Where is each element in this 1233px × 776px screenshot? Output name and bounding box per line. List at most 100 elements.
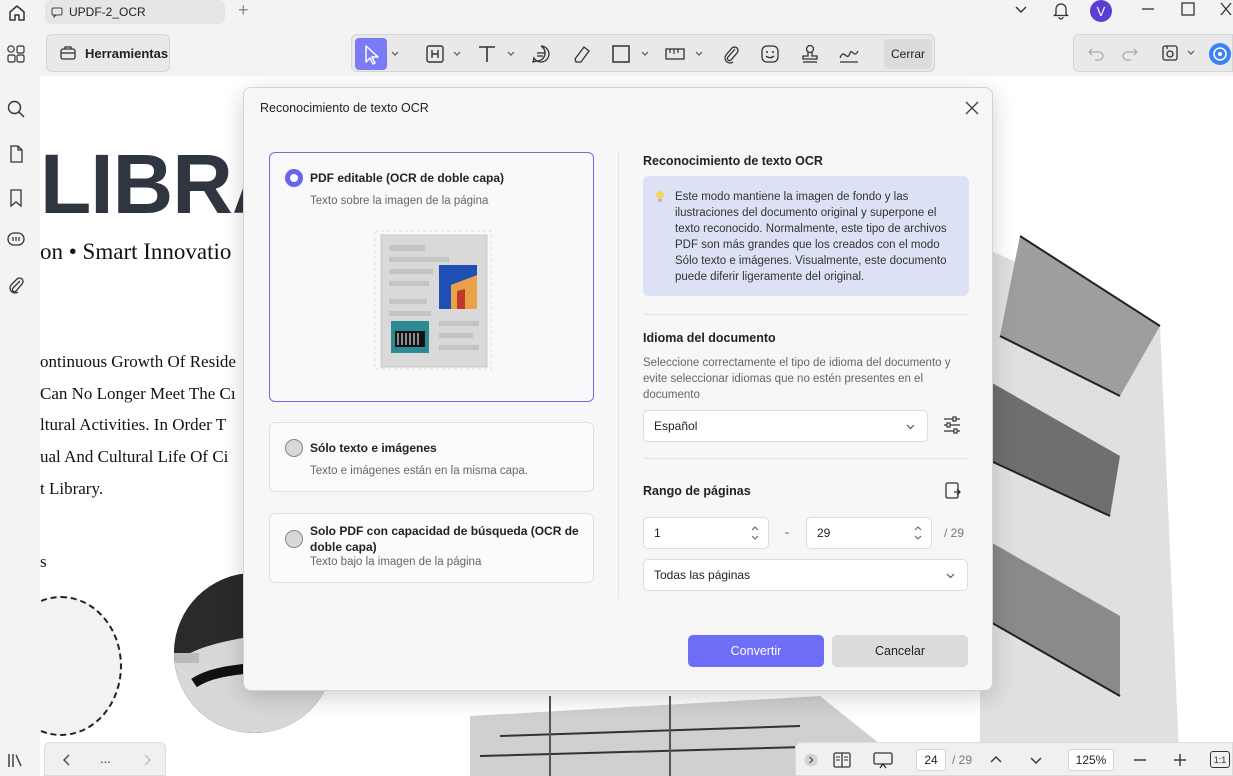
maximize-icon[interactable] bbox=[1180, 0, 1196, 20]
comment-icon[interactable] bbox=[530, 43, 552, 65]
document-line: ual And Cultural Life Of Ci bbox=[40, 447, 229, 466]
page-to-value: 29 bbox=[817, 526, 831, 540]
page-range-title: Rango de páginas bbox=[643, 484, 751, 498]
add-tab-button[interactable]: + bbox=[238, 0, 254, 20]
undo-icon[interactable] bbox=[1086, 43, 1106, 63]
paperclip-icon[interactable] bbox=[720, 43, 742, 65]
settings-sliders-icon[interactable] bbox=[942, 415, 962, 435]
layers-icon[interactable] bbox=[6, 750, 26, 770]
save-icon[interactable] bbox=[1160, 43, 1180, 63]
text-icon[interactable] bbox=[476, 43, 498, 65]
chevron-right-icon[interactable] bbox=[139, 752, 155, 768]
language-description: Seleccione correctamente el tipo de idio… bbox=[643, 357, 951, 401]
home-icon[interactable] bbox=[6, 2, 28, 24]
ocr-dialog: Reconocimiento de texto OCR PDF editable… bbox=[243, 87, 993, 691]
comments-panel-icon[interactable] bbox=[6, 230, 26, 250]
option-title: Sólo texto e imágenes bbox=[310, 441, 437, 455]
spinner-arrows-icon[interactable] bbox=[750, 523, 760, 543]
select-tool-button[interactable] bbox=[355, 38, 387, 70]
zoom-out-icon[interactable] bbox=[1132, 752, 1148, 768]
bookmark-icon[interactable] bbox=[6, 188, 26, 208]
close-icon[interactable] bbox=[964, 100, 980, 116]
rectangle-icon[interactable] bbox=[610, 43, 632, 65]
language-value: Español bbox=[654, 419, 698, 433]
close-toolbar-button[interactable]: Cerrar bbox=[884, 39, 932, 69]
chevron-down-icon[interactable] bbox=[694, 43, 704, 65]
option-title: PDF editable (OCR de doble capa) bbox=[310, 171, 505, 185]
search-icon[interactable] bbox=[6, 99, 26, 119]
presentation-icon[interactable] bbox=[872, 751, 894, 769]
signature-icon[interactable] bbox=[838, 43, 860, 65]
chevron-left-icon[interactable] bbox=[59, 752, 75, 768]
page-range-total: / 29 bbox=[944, 526, 965, 540]
cursor-icon bbox=[365, 45, 379, 65]
document-line: ltural Activities. In Order T bbox=[40, 415, 227, 434]
convert-button[interactable]: Convertir bbox=[688, 635, 824, 667]
info-box: Este modo mantiene la imagen de fondo y … bbox=[643, 176, 969, 296]
cancel-button[interactable]: Cancelar bbox=[832, 635, 968, 667]
title-bar: UPDF-2_OCR + V bbox=[0, 0, 1233, 30]
bell-icon[interactable] bbox=[1052, 0, 1070, 20]
minimize-icon[interactable] bbox=[1140, 0, 1156, 20]
zoom-in-icon[interactable] bbox=[1172, 752, 1188, 768]
option-editable-pdf[interactable]: PDF editable (OCR de doble capa) Texto s… bbox=[269, 152, 594, 402]
ruler-icon[interactable] bbox=[664, 43, 686, 65]
textbox-icon[interactable] bbox=[424, 43, 446, 65]
left-sidebar bbox=[0, 30, 40, 776]
chevron-down-icon[interactable] bbox=[390, 43, 400, 65]
page-layout-icon[interactable] bbox=[832, 751, 852, 769]
thumbnails-icon[interactable] bbox=[6, 44, 26, 64]
divider bbox=[643, 458, 969, 459]
page-nav-left: ... bbox=[44, 742, 166, 776]
document-preview-image bbox=[374, 230, 492, 370]
document-fragment: s bbox=[40, 552, 47, 571]
chevron-down-icon[interactable] bbox=[1013, 0, 1029, 20]
zoom-level[interactable]: 125% bbox=[1068, 749, 1114, 771]
eraser-icon[interactable] bbox=[571, 43, 593, 65]
option-description: Texto e imágenes están en la misma capa. bbox=[310, 465, 528, 477]
radio-text-and-images[interactable] bbox=[285, 439, 303, 457]
more-button[interactable]: ... bbox=[100, 751, 111, 766]
option-description: Texto sobre la imagen de la página bbox=[310, 195, 489, 207]
expand-icon[interactable] bbox=[804, 753, 818, 767]
right-toolbar bbox=[1073, 34, 1233, 72]
chevron-up-icon[interactable] bbox=[988, 752, 1004, 768]
chevron-down-icon[interactable] bbox=[640, 43, 650, 65]
info-text: Este modo mantiene la imagen de fondo y … bbox=[675, 191, 947, 283]
divider bbox=[643, 314, 969, 315]
chevron-down-icon[interactable] bbox=[1186, 43, 1196, 63]
attachment-icon[interactable] bbox=[6, 275, 26, 295]
chevron-down-icon[interactable] bbox=[452, 43, 462, 65]
pages-icon[interactable] bbox=[6, 144, 26, 164]
clock-image bbox=[40, 596, 122, 736]
lightbulb-icon bbox=[656, 191, 664, 202]
ai-assistant-icon[interactable] bbox=[1208, 42, 1232, 66]
spinner-arrows-icon[interactable] bbox=[913, 523, 923, 543]
tools-button[interactable]: Herramientas bbox=[46, 34, 170, 72]
redo-icon[interactable] bbox=[1120, 43, 1140, 63]
radio-editable-pdf[interactable] bbox=[285, 169, 303, 187]
range-separator: - bbox=[785, 525, 789, 539]
option-text-and-images[interactable]: Sólo texto e imágenes Texto e imágenes e… bbox=[269, 422, 594, 492]
stamp-icon[interactable] bbox=[799, 43, 821, 65]
divider bbox=[618, 152, 619, 598]
radio-searchable-pdf[interactable] bbox=[285, 530, 303, 548]
sticker-icon[interactable] bbox=[759, 43, 781, 65]
close-window-icon[interactable] bbox=[1219, 0, 1233, 20]
page-to-input[interactable]: 29 bbox=[806, 517, 932, 549]
document-tab[interactable]: UPDF-2_OCR bbox=[45, 0, 225, 24]
chevron-down-icon[interactable] bbox=[506, 43, 516, 65]
page-nav-right: 24 / 29 125% 1:1 bbox=[795, 742, 1233, 776]
page-range-icon[interactable] bbox=[943, 481, 963, 501]
fit-actual-size-button[interactable]: 1:1 bbox=[1210, 751, 1230, 768]
chevron-down-icon[interactable] bbox=[1028, 752, 1044, 768]
avatar[interactable]: V bbox=[1090, 0, 1112, 22]
document-subtitle: on • Smart Innovatio bbox=[40, 239, 232, 264]
option-searchable-pdf[interactable]: Solo PDF con capacidad de búsqueda (OCR … bbox=[269, 513, 594, 583]
page-mode-select[interactable]: Todas las páginas bbox=[643, 559, 968, 591]
chevron-down-icon bbox=[906, 424, 915, 430]
tab-title: UPDF-2_OCR bbox=[69, 5, 146, 19]
language-select[interactable]: Español bbox=[643, 410, 928, 442]
page-number-input[interactable]: 24 bbox=[916, 749, 946, 771]
page-from-input[interactable]: 1 bbox=[643, 517, 769, 549]
